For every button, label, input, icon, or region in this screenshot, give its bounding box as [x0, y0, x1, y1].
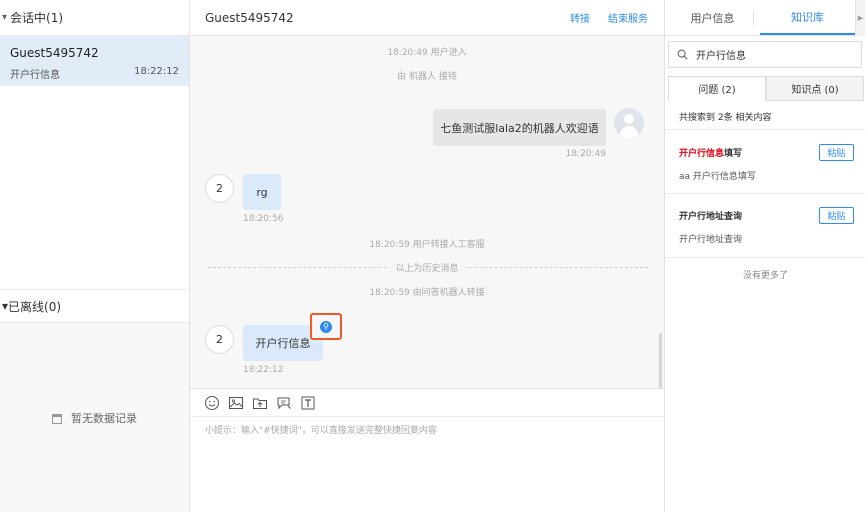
session-time: 18:22:12 — [134, 66, 179, 77]
subtab-knowledge-points[interactable]: 知识点 (0) — [766, 76, 864, 101]
knowledge-panel: 用户信息 知识库 ▶ 问题 (2) 知识点 (0) 共搜索到 2条 相关内容 开… — [664, 0, 865, 512]
robot-avatar — [614, 108, 644, 138]
tab-knowledge-base[interactable]: 知识库 — [760, 0, 855, 35]
paste-button[interactable]: 粘贴 — [819, 207, 854, 224]
robot-message-bubble: 七鱼测试服lala2的机器人欢迎语 — [433, 109, 606, 146]
tab-user-info[interactable]: 用户信息 — [665, 0, 760, 35]
message-list[interactable]: 18:20:49 用户进入 由 机器人 接待 七鱼测试服lala2的机器人欢迎语… — [190, 36, 664, 389]
calendar-icon — [52, 413, 62, 424]
end-service-button[interactable]: 结束服务 — [608, 10, 648, 25]
chevron-right-icon[interactable]: ▶ — [855, 0, 865, 36]
text-format-icon[interactable] — [300, 396, 316, 411]
session-item[interactable]: Guest5495742 开户行信息 18:22:12 — [0, 36, 189, 86]
system-message: 18:20:59 用户转接人工客服 — [369, 240, 485, 250]
active-sessions-label: 会话中(1) — [10, 11, 64, 25]
system-message: 由 机器人 接待 — [397, 72, 457, 82]
knowledge-search-box — [668, 41, 862, 68]
scrollbar-thumb[interactable] — [659, 333, 662, 388]
input-toolbar — [190, 390, 664, 417]
search-icon: ⚲ — [320, 320, 332, 333]
input-hint[interactable]: 小提示：输入"#快捷词"，可以直接发送完整快捷回复内容 — [205, 423, 437, 436]
result-title: 开户行地址查询 — [679, 209, 742, 222]
chat-header: Guest5495742 转接 结束服务 — [190, 0, 664, 36]
result-title-rest: 开户行地址查询 — [679, 212, 743, 222]
knowledge-search-input[interactable] — [696, 49, 846, 60]
upload-file-icon[interactable] — [252, 396, 268, 411]
history-divider: 以上为历史消息 — [190, 260, 664, 274]
chat-guest-name: Guest5495742 — [205, 10, 294, 25]
empty-text: 暂无数据记录 — [71, 411, 137, 425]
search-icon — [677, 49, 688, 60]
user-message-bubble: rg — [243, 174, 281, 210]
result-body: aa 开户行信息填写 — [679, 172, 756, 182]
quick-reply-icon[interactable] — [276, 396, 292, 411]
result-count: 共搜索到 2条 相关内容 — [679, 113, 772, 123]
result-title: 开户行信息填写 — [679, 146, 742, 159]
chat-panel: Guest5495742 转接 结束服务 18:20:49 用户进入 由 机器人… — [190, 0, 664, 512]
result-title-rest: 填写 — [724, 149, 743, 159]
no-more-text: 没有更多了 — [742, 271, 788, 281]
paste-button[interactable]: 粘贴 — [819, 144, 854, 161]
offline-sessions-label: 已离线(0) — [8, 299, 62, 314]
active-sessions-header[interactable]: ▾ 会话中(1) — [0, 0, 189, 36]
tab-divider — [753, 11, 754, 25]
session-guest-name: Guest5495742 — [10, 46, 99, 60]
session-last-message: 开户行信息 — [10, 70, 60, 81]
image-icon[interactable] — [228, 396, 244, 411]
system-message: 18:20:59 由问答机器人转接 — [369, 288, 485, 298]
user-avatar: 2 — [205, 174, 234, 203]
chevron-down-icon: ▾ — [2, 12, 8, 23]
result-title-highlight: 开户行信息 — [679, 149, 725, 159]
right-tabs: 用户信息 知识库 ▶ — [665, 0, 865, 36]
transfer-button[interactable]: 转接 — [570, 10, 590, 25]
knowledge-subtabs: 问题 (2) 知识点 (0) — [668, 76, 864, 101]
message-time: 18:20:56 — [243, 214, 284, 224]
message-time: 18:20:49 — [565, 149, 606, 159]
knowledge-result-item: 开户行信息填写 aa 开户行信息填写 粘贴 — [665, 129, 865, 194]
message-time: 18:22:12 — [243, 365, 284, 375]
emoji-icon[interactable] — [204, 396, 220, 411]
knowledge-search-button[interactable]: ⚲ — [310, 313, 342, 340]
offline-empty-state: 暂无数据记录 — [0, 323, 189, 512]
system-message: 18:20:49 用户进入 — [387, 48, 467, 58]
result-body: 开户行地址查询 — [679, 235, 743, 245]
user-avatar: 2 — [205, 325, 234, 354]
offline-sessions-header[interactable]: ▾ 已离线(0) — [0, 289, 189, 323]
subtab-questions[interactable]: 问题 (2) — [668, 76, 766, 101]
history-divider-label: 以上为历史消息 — [389, 264, 465, 274]
knowledge-result-item: 开户行地址查询 开户行地址查询 粘贴 — [665, 194, 865, 258]
session-list-panel: ▾ 会话中(1) Guest5495742 开户行信息 18:22:12 ▾ 已… — [0, 0, 190, 512]
